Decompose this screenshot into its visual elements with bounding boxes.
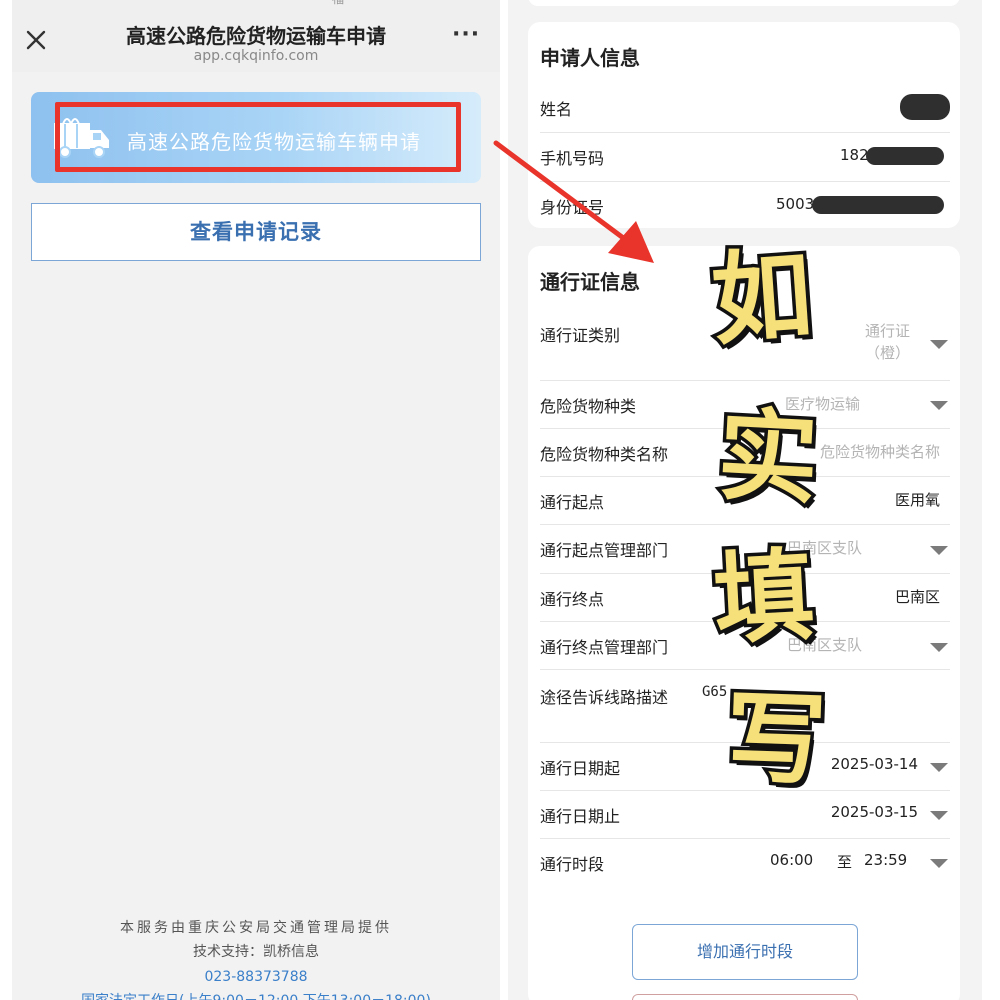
row-value: 5003 bbox=[776, 195, 815, 213]
footer-phone-link[interactable]: 023-88373788 bbox=[12, 967, 500, 991]
dropdown-arrow-icon[interactable] bbox=[930, 811, 948, 820]
top-card-fragment bbox=[528, 0, 960, 6]
app-header: 福 高速公路危险货物运输车申请 app.cqkqinfo.com ··· bbox=[12, 0, 500, 72]
row-label: 通行终点管理部门 bbox=[540, 638, 669, 657]
dropdown-arrow-icon[interactable] bbox=[930, 859, 948, 868]
more-icon: ··· bbox=[452, 22, 481, 47]
footer-support: 技术支持：凯桥信息 bbox=[193, 944, 319, 960]
row-label: 姓名 bbox=[540, 100, 573, 119]
redaction-mark bbox=[866, 147, 944, 165]
row-label: 通行起点 bbox=[540, 493, 605, 512]
overlay-char: 实 bbox=[712, 393, 825, 522]
page-url: app.cqkqinfo.com bbox=[193, 48, 319, 64]
dropdown-arrow-icon[interactable] bbox=[930, 763, 948, 772]
row-value[interactable]: 巴南区 bbox=[895, 586, 940, 607]
more-options-button[interactable]: ··· bbox=[452, 24, 482, 48]
dropdown-arrow-icon[interactable] bbox=[930, 643, 948, 652]
apply-vehicle-button[interactable]: 高速公路危险货物运输车辆申请 bbox=[31, 92, 481, 183]
footer: 本服务由重庆公安局交通管理局提供 技术支持：凯桥信息 023-88373788 … bbox=[12, 918, 500, 1000]
footer-hours: 国家法定工作日(上午9:00－12:00 下午13:00－18:00) bbox=[12, 991, 500, 1000]
row-label: 通行日期起 bbox=[540, 759, 621, 778]
dropdown-arrow-icon[interactable] bbox=[930, 546, 948, 555]
row-label: 通行起点管理部门 bbox=[540, 541, 669, 560]
page-title: 高速公路危险货物运输车申请 bbox=[126, 24, 386, 48]
row-value[interactable]: 危险货物种类名称 bbox=[820, 441, 940, 462]
add-time-slot-button[interactable]: 增加通行时段 bbox=[632, 924, 858, 980]
applicant-row-name[interactable]: 姓名 bbox=[540, 84, 950, 133]
redaction-mark bbox=[900, 94, 950, 120]
permit-row-date-end[interactable]: 通行日期止 2025-03-15 bbox=[540, 791, 950, 839]
time-end[interactable]: 23:59 bbox=[864, 851, 907, 869]
applicant-section-title: 申请人信息 bbox=[540, 46, 640, 70]
overlay-char: 如 bbox=[705, 232, 820, 363]
red-highlight-box bbox=[55, 102, 461, 172]
footer-provider: 本服务由重庆公安局交通管理局提供 bbox=[120, 920, 392, 936]
row-value: 通行证 （橙） bbox=[864, 322, 910, 362]
dropdown-arrow-icon[interactable] bbox=[930, 340, 948, 349]
overlay-char: 写 bbox=[721, 676, 832, 803]
row-label: 通行时段 bbox=[540, 855, 605, 874]
status-bar-fragment: 福 bbox=[332, 0, 344, 7]
row-label: 危险货物种类名称 bbox=[540, 445, 669, 464]
row-value: 2025-03-15 bbox=[830, 803, 918, 821]
next-button-fragment[interactable] bbox=[632, 994, 858, 1000]
row-label: 通行证类别 bbox=[540, 326, 621, 345]
time-separator: 至 bbox=[837, 853, 853, 871]
row-label: 途径告诉线路描述 bbox=[540, 688, 669, 707]
time-start[interactable]: 06:00 bbox=[770, 851, 813, 869]
row-value: 182 bbox=[840, 146, 869, 164]
red-arrow-icon bbox=[493, 140, 654, 263]
row-label: 危险货物种类 bbox=[540, 397, 637, 416]
left-phone-screen: 福 高速公路危险货物运输车申请 app.cqkqinfo.com ··· 高速公… bbox=[12, 0, 500, 1000]
row-value: 2025-03-14 bbox=[830, 755, 918, 773]
redaction-mark bbox=[812, 196, 944, 214]
overlay-char: 填 bbox=[707, 533, 820, 662]
row-value[interactable]: 医用氧 bbox=[895, 489, 940, 510]
view-records-button[interactable]: 查看申请记录 bbox=[31, 203, 481, 261]
row-label: 通行日期止 bbox=[540, 807, 621, 826]
route-textarea[interactable]: G65 bbox=[702, 684, 727, 700]
row-label: 通行终点 bbox=[540, 590, 605, 609]
dropdown-arrow-icon[interactable] bbox=[930, 401, 948, 410]
permit-row-time-slot[interactable]: 通行时段 06:00 至 23:59 bbox=[540, 839, 950, 887]
